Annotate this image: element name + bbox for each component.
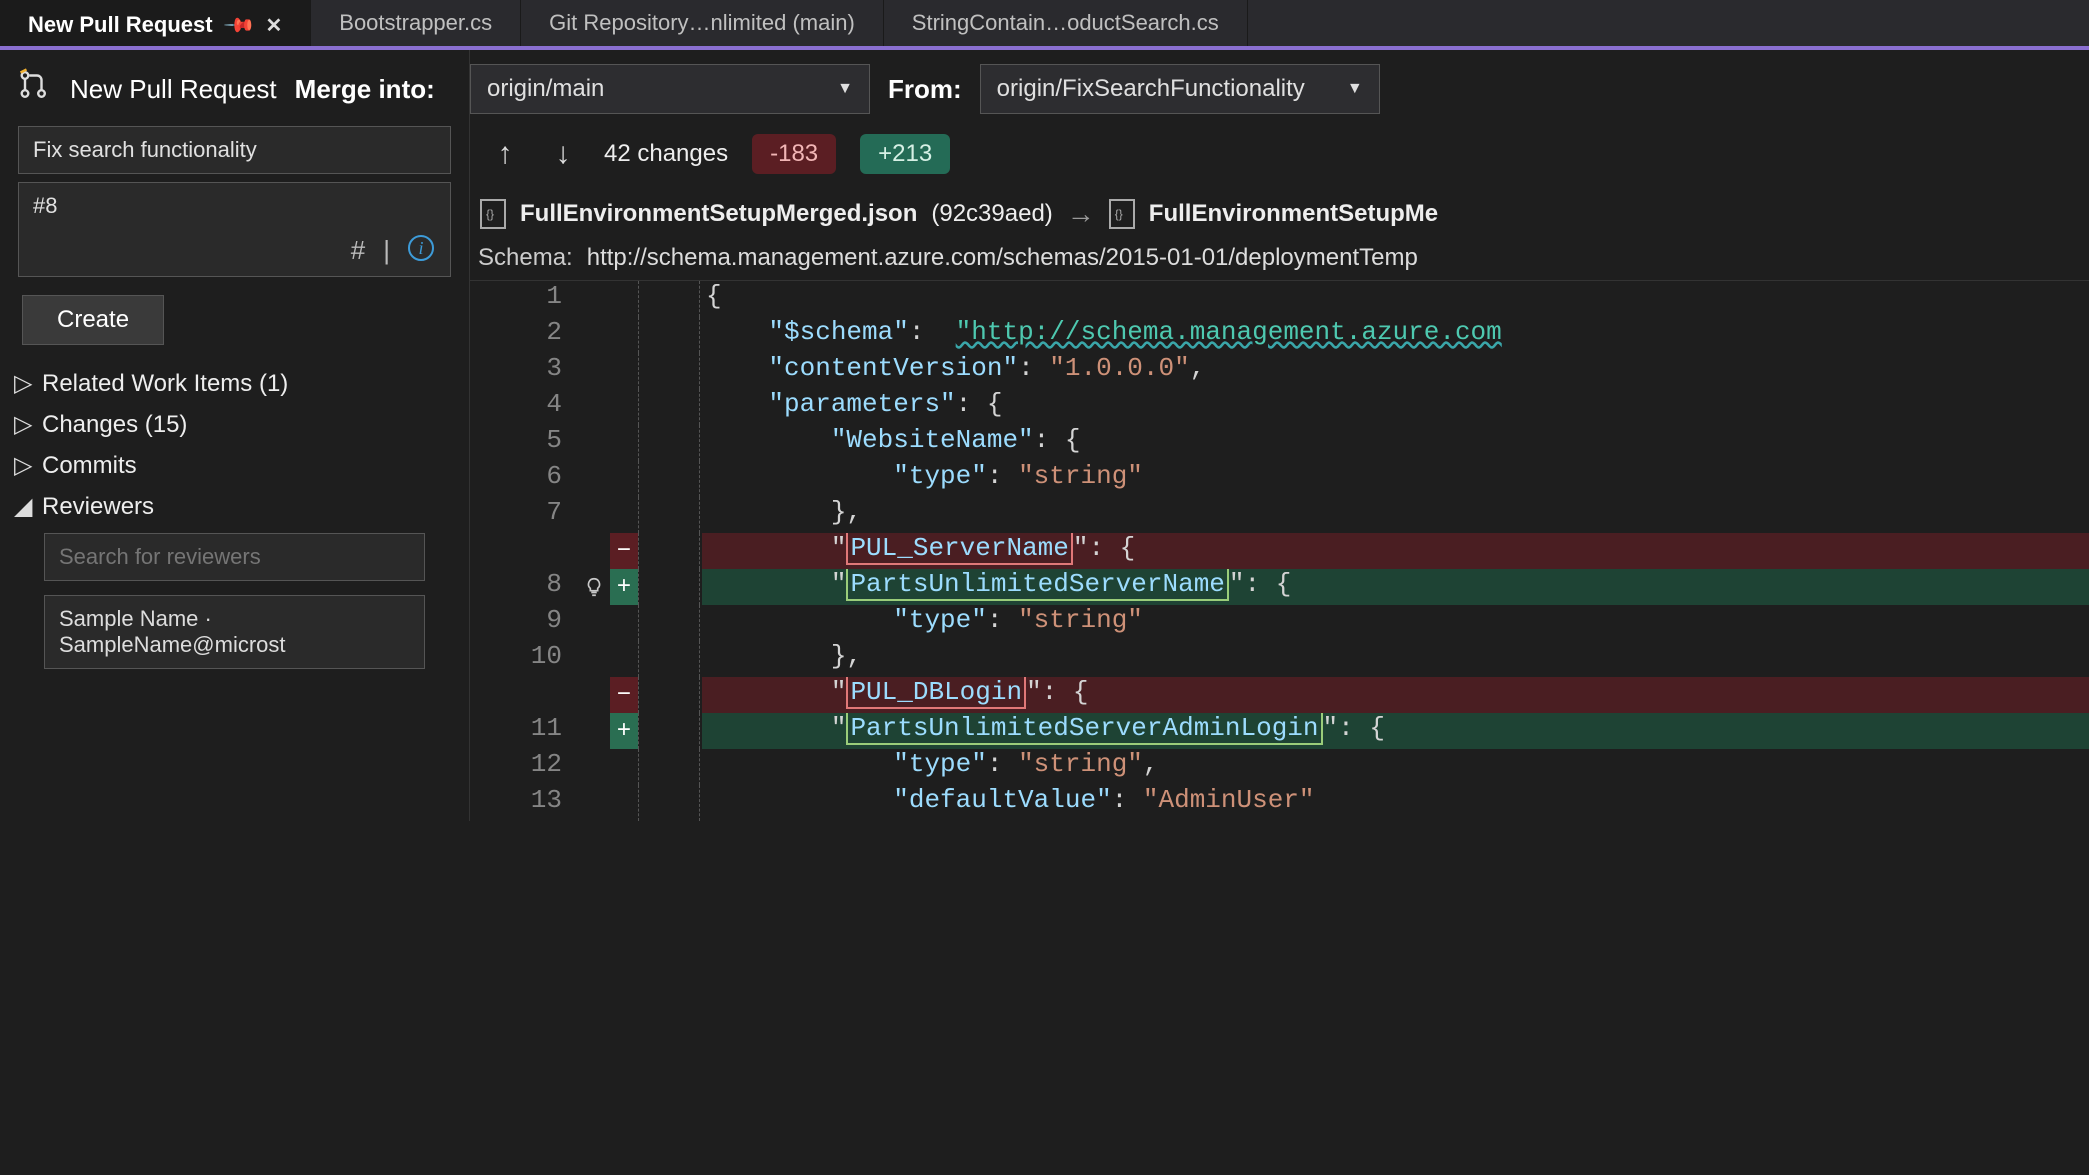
tab-label: Bootstrapper.cs [339, 10, 492, 36]
file-compare-bar: FullEnvironmentSetupMerged.json (92c39ae… [470, 192, 2089, 240]
caret-right-icon: ▷ [14, 451, 32, 480]
line-number: 2 [470, 317, 578, 353]
tab-git-repository[interactable]: Git Repository…nlimited (main) [521, 0, 884, 46]
schema-value: http://schema.management.azure.com/schem… [587, 244, 1418, 272]
tab-new-pull-request[interactable]: New Pull Request 📌 ✕ [0, 0, 311, 46]
line-number: 1 [470, 281, 578, 317]
lightbulb-icon[interactable] [578, 569, 610, 605]
tree-reviewers[interactable]: ◢ Reviewers [10, 486, 459, 527]
line-number: 4 [470, 389, 578, 425]
tree-commits[interactable]: ▷ Commits [10, 445, 459, 486]
line-number: 6 [470, 461, 578, 497]
file-left-name: FullEnvironmentSetupMerged.json [520, 200, 917, 228]
hash-icon[interactable]: # [351, 235, 365, 266]
create-button[interactable]: Create [22, 295, 164, 345]
line-number: 9 [470, 605, 578, 641]
line-number: 12 [470, 749, 578, 785]
merge-into-label: Merge into: [295, 74, 435, 105]
tab-label: Git Repository…nlimited (main) [549, 10, 855, 36]
merge-into-select[interactable]: origin/main ▼ [470, 64, 870, 114]
arrow-up-icon[interactable]: ↑ [488, 137, 522, 171]
diff-added-icon: + [610, 569, 638, 605]
deletions-badge: -183 [752, 134, 836, 174]
pr-description-box: # | i [18, 182, 451, 277]
file-right-name: FullEnvironmentSetupMe [1149, 200, 1438, 228]
pr-title-input[interactable] [18, 126, 451, 174]
reviewer-entry[interactable]: Sample Name · SampleName@microst [44, 595, 425, 669]
right-panel: origin/main ▼ From: origin/FixSearchFunc… [470, 50, 2089, 821]
caret-right-icon: ▷ [14, 369, 32, 398]
diff-removed-icon: − [610, 677, 638, 713]
additions-badge: +213 [860, 134, 950, 174]
close-icon[interactable]: ✕ [266, 13, 283, 38]
pr-description-input[interactable] [19, 183, 450, 229]
diff-added-icon: + [610, 713, 638, 749]
json-file-icon [480, 199, 506, 229]
line-number: 7 [470, 497, 578, 533]
info-icon[interactable]: i [408, 235, 434, 261]
tab-bootstrapper[interactable]: Bootstrapper.cs [311, 0, 521, 46]
caret-right-icon: ▷ [14, 410, 32, 439]
pin-icon[interactable]: 📌 [221, 7, 256, 42]
from-select[interactable]: origin/FixSearchFunctionality ▼ [980, 64, 1380, 114]
line-number: 3 [470, 353, 578, 389]
select-value: origin/FixSearchFunctionality [997, 75, 1305, 103]
file-left-rev: (92c39aed) [931, 200, 1052, 228]
line-number: 8 [470, 569, 578, 605]
arrow-down-icon[interactable]: ↓ [546, 137, 580, 171]
schema-label: Schema: [476, 244, 573, 272]
line-number: 10 [470, 641, 578, 677]
chevron-down-icon: ▼ [837, 80, 853, 98]
from-label: From: [888, 74, 962, 105]
line-number: 5 [470, 425, 578, 461]
code-diff[interactable]: 1{ 2 "$schema": "http://schema.managemen… [470, 281, 2089, 821]
tree-label: Changes (15) [42, 411, 187, 439]
tree-changes[interactable]: ▷ Changes (15) [10, 404, 459, 445]
pull-request-icon [16, 68, 52, 110]
left-panel: New Pull Request Merge into: # | i Creat… [0, 50, 470, 821]
pipe-divider: | [383, 235, 390, 266]
tab-label: New Pull Request [28, 12, 213, 38]
tree-label: Commits [42, 452, 137, 480]
tree-label: Related Work Items (1) [42, 370, 288, 398]
chevron-down-icon: ▼ [1347, 80, 1363, 98]
tab-label: StringContain…oductSearch.cs [912, 10, 1219, 36]
line-number: 13 [470, 785, 578, 821]
tree-related-work-items[interactable]: ▷ Related Work Items (1) [10, 363, 459, 404]
tree-label: Reviewers [42, 493, 154, 521]
tab-bar: New Pull Request 📌 ✕ Bootstrapper.cs Git… [0, 0, 2089, 50]
diff-removed-icon: − [610, 533, 638, 569]
panel-title: New Pull Request [70, 74, 277, 105]
changes-count: 42 changes [604, 140, 728, 168]
tab-stringcontain[interactable]: StringContain…oductSearch.cs [884, 0, 1248, 46]
arrow-right-icon: → [1067, 198, 1095, 230]
select-value: origin/main [487, 75, 604, 103]
caret-down-icon: ◢ [14, 492, 32, 521]
reviewer-search-input[interactable] [44, 533, 425, 581]
line-number: 11 [470, 713, 578, 749]
json-file-icon [1109, 199, 1135, 229]
